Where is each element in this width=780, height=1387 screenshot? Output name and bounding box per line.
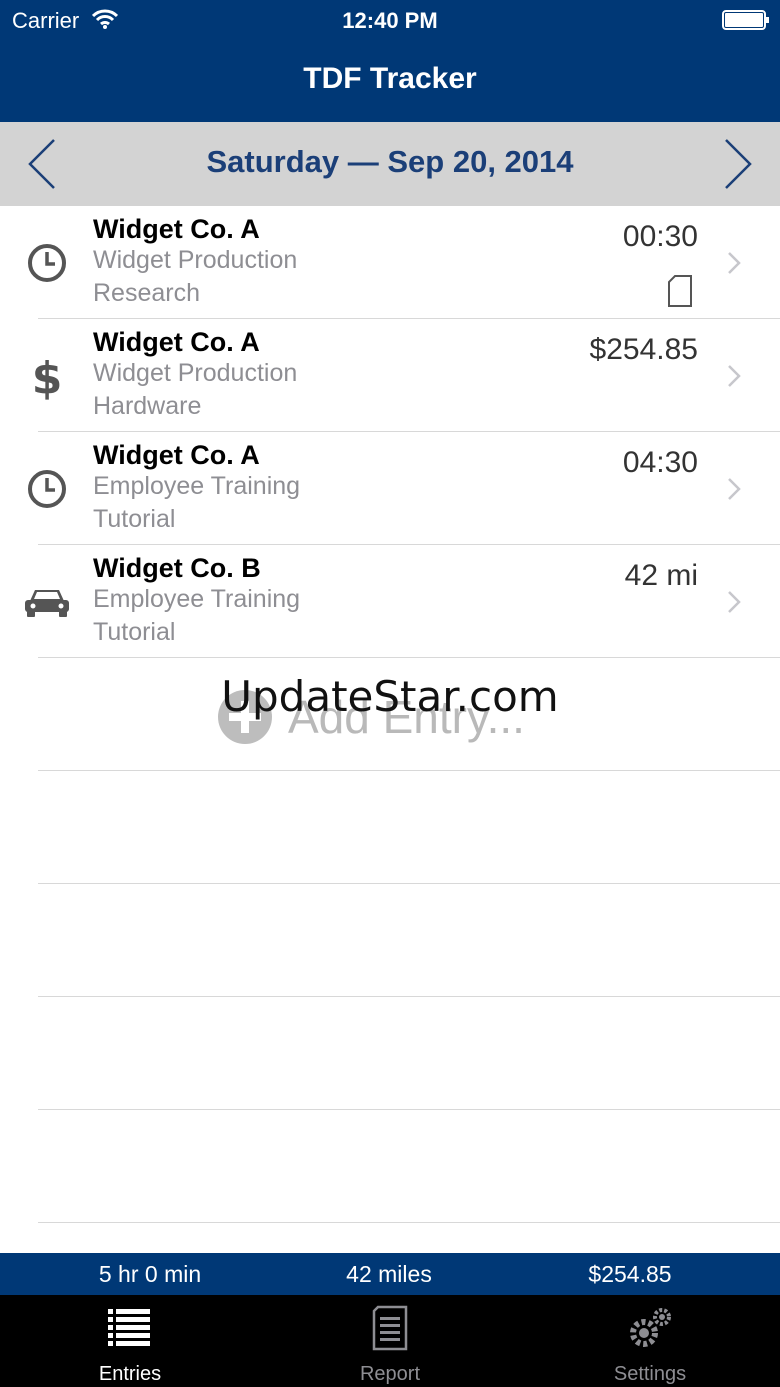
entry-client: Widget Co. A: [93, 327, 260, 357]
entry-project: Employee Training: [93, 472, 301, 500]
tab-entries[interactable]: Entries: [0, 1295, 260, 1387]
entry-project: Widget Production: [93, 359, 298, 387]
entry-client: Widget Co. B: [93, 553, 261, 583]
date-selector: Saturday — Sep 20, 2014: [0, 122, 780, 206]
clock-icon: [28, 244, 66, 282]
current-date: Saturday — Sep 20, 2014: [206, 144, 574, 179]
note-icon: [668, 275, 692, 307]
row-separator: [38, 996, 780, 997]
entry-task: Tutorial: [93, 618, 176, 646]
status-bar: Carrier 12:40 PM: [0, 0, 780, 40]
battery-icon: [722, 10, 769, 30]
miles-total: 42 miles: [346, 1261, 432, 1287]
entry-project: Employee Training: [93, 585, 301, 613]
entry-row[interactable]: Widget Co. A Employee Training Tutorial …: [0, 432, 780, 545]
status-time: 12:40 PM: [342, 8, 438, 33]
entry-amount: 04:30: [622, 446, 698, 479]
entry-row[interactable]: $ Widget Co. A Widget Production Hardwar…: [0, 319, 780, 432]
summary-bar: 5 hr 0 min 42 miles $254.85: [0, 1253, 780, 1295]
disclosure-chevron-icon: [728, 478, 741, 500]
tab-bar: Entries Report Settings: [0, 1295, 780, 1387]
tab-report[interactable]: Report: [260, 1295, 520, 1387]
entry-task: Research: [93, 279, 200, 307]
car-icon: [25, 590, 69, 617]
tab-settings-label: Settings: [613, 1363, 687, 1385]
tab-settings[interactable]: Settings: [520, 1295, 780, 1387]
nav-bar: TDF Tracker: [0, 40, 780, 122]
report-icon: [372, 1305, 408, 1351]
gears-icon: [630, 1308, 671, 1347]
tab-entries-label: Entries: [98, 1363, 162, 1385]
entry-client: Widget Co. A: [93, 440, 260, 470]
disclosure-chevron-icon: [728, 365, 741, 387]
row-separator: [38, 770, 780, 771]
time-total: 5 hr 0 min: [98, 1261, 202, 1287]
entry-task: Tutorial: [93, 505, 176, 533]
row-separator: [38, 1222, 780, 1223]
entry-amount: $254.85: [589, 333, 698, 366]
tab-report-label: Report: [359, 1363, 421, 1385]
entry-row[interactable]: Widget Co. B Employee Training Tutorial …: [0, 545, 780, 658]
entry-amount: 42 mi: [624, 559, 698, 592]
watermark: UpdateStar.com: [221, 672, 559, 721]
add-entry-button[interactable]: Add Entry... UpdateStar.com: [0, 658, 780, 771]
disclosure-chevron-icon: [728, 591, 741, 613]
entry-amount: 00:30: [622, 220, 698, 253]
disclosure-chevron-icon: [728, 252, 741, 274]
entry-project: Widget Production: [93, 246, 298, 274]
clock-icon: [28, 470, 66, 508]
list-icon: [108, 1309, 150, 1346]
dollar-icon: $: [32, 353, 63, 401]
entry-client: Widget Co. A: [93, 214, 260, 244]
svg-text:$: $: [32, 353, 63, 401]
chevron-right-icon[interactable]: [720, 136, 756, 192]
expense-total: $254.85: [588, 1261, 672, 1287]
entry-task: Hardware: [93, 392, 202, 420]
app-title: TDF Tracker: [303, 62, 477, 95]
entry-row[interactable]: Widget Co. A Widget Production Research …: [0, 206, 780, 319]
row-separator: [38, 1109, 780, 1110]
row-separator: [38, 883, 780, 884]
